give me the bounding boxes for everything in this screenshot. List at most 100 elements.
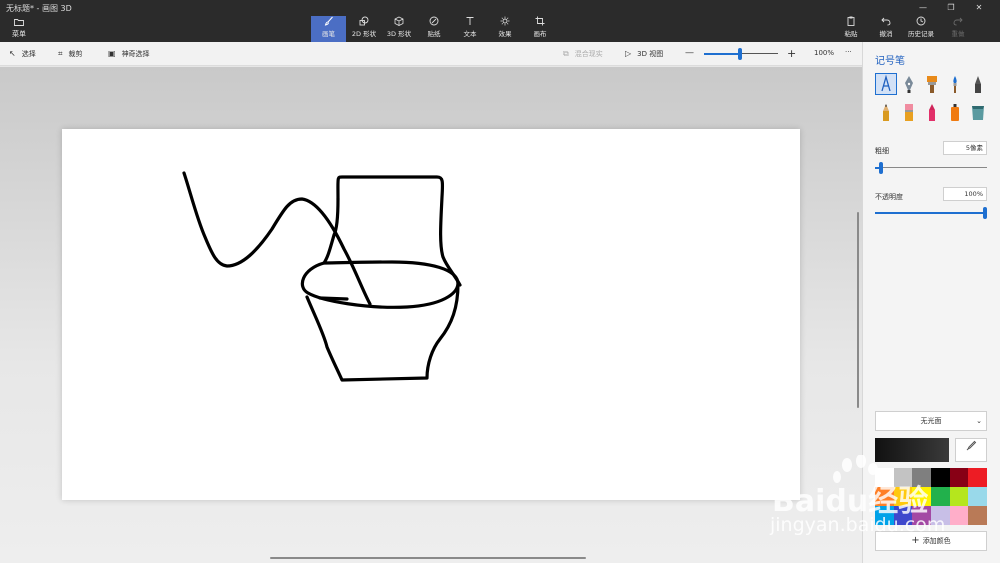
- tool-label: 效果: [498, 30, 512, 38]
- color-swatch[interactable]: [968, 506, 987, 525]
- redo-button[interactable]: 重做: [940, 16, 976, 42]
- folder-icon: [6, 18, 32, 29]
- zoom-slider-fill: [704, 53, 740, 55]
- tool-label: 画笔: [322, 30, 335, 38]
- mixed-reality-label: 混合现实: [574, 50, 603, 58]
- view-3d-button[interactable]: ▷ 3D 视图: [625, 49, 663, 59]
- tool-3d-shapes[interactable]: 3D 形状: [381, 16, 417, 42]
- history-label: 历史记录: [908, 30, 934, 38]
- brush-icon: [311, 16, 346, 30]
- zoom-slider-thumb[interactable]: [738, 48, 742, 60]
- marker-brush-icon: [881, 74, 891, 92]
- spray-can-button[interactable]: [945, 102, 965, 122]
- close-button[interactable]: ✕: [966, 1, 992, 15]
- mixed-reality-icon: ⧉: [563, 49, 569, 58]
- watercolor-icon: [953, 76, 957, 93]
- thickness-input[interactable]: 5像素: [943, 141, 987, 155]
- undo-label: 撤消: [879, 30, 893, 38]
- tool-label: 2D 形状: [351, 30, 377, 38]
- zoom-level: 100%: [814, 49, 835, 57]
- opacity-input[interactable]: 100%: [943, 187, 987, 201]
- maximize-button[interactable]: ❐: [938, 1, 964, 15]
- current-color-swatch[interactable]: [875, 438, 949, 462]
- plus-icon: +: [911, 535, 920, 546]
- paste-icon: [833, 16, 869, 30]
- redo-label: 重做: [951, 30, 965, 38]
- view-3d-icon: ▷: [625, 49, 632, 58]
- sticker-icon: [416, 16, 452, 30]
- tool-brushes[interactable]: 画笔: [311, 16, 346, 42]
- more-button[interactable]: ···: [845, 48, 852, 56]
- vertical-scrollbar[interactable]: [857, 212, 859, 408]
- chevron-down-icon: ⌄: [976, 417, 982, 425]
- history-button[interactable]: 历史记录: [903, 16, 939, 42]
- title-and-toolbar: 无标题* - 画图 3D — ❐ ✕ 菜单 画笔 2D 形状 3D 形状 贴纸: [0, 0, 1000, 42]
- eyedropper-icon: [965, 440, 977, 455]
- color-swatch[interactable]: [949, 468, 969, 487]
- tool-label: 画布: [533, 30, 547, 38]
- select-label: 选择: [21, 50, 36, 58]
- redo-icon: [940, 16, 976, 30]
- view-3d-label: 3D 视图: [637, 50, 664, 58]
- undo-icon: [868, 16, 904, 30]
- finish-label: 无光面: [920, 417, 942, 425]
- pixel-pen-icon: [975, 76, 981, 93]
- color-swatch[interactable]: [930, 487, 950, 506]
- tool-stickers[interactable]: 贴纸: [416, 16, 452, 42]
- watercolor-button[interactable]: [945, 74, 965, 94]
- tool-2d-shapes[interactable]: 2D 形状: [346, 16, 382, 42]
- history-icon: [903, 16, 939, 30]
- oil-brush-button[interactable]: [922, 74, 942, 94]
- paste-button[interactable]: 粘贴: [833, 16, 869, 42]
- magic-select-button[interactable]: ▣ 神奇选择: [108, 49, 150, 59]
- color-swatch[interactable]: [968, 487, 987, 506]
- menu-button[interactable]: 菜单: [6, 18, 32, 39]
- color-swatch[interactable]: [949, 487, 969, 506]
- sketch-drawing: [182, 171, 462, 382]
- oil-brush-icon: [927, 76, 937, 93]
- horizontal-scrollbar[interactable]: [270, 557, 586, 559]
- shapes-2d-icon: [346, 16, 382, 30]
- fill-bucket-button[interactable]: [968, 102, 988, 122]
- marker-brush-button[interactable]: [875, 73, 897, 95]
- opacity-slider-thumb[interactable]: [983, 207, 987, 219]
- select-button[interactable]: ↖ 选择: [9, 49, 36, 59]
- eraser-icon: [905, 104, 913, 121]
- thickness-slider-thumb[interactable]: [879, 162, 883, 174]
- zoom-in-button[interactable]: +: [787, 47, 796, 60]
- eraser-button[interactable]: [899, 102, 919, 122]
- tool-text[interactable]: 文本: [452, 16, 488, 42]
- crayon-button[interactable]: [922, 102, 942, 122]
- menu-label: 菜单: [12, 30, 26, 38]
- finish-dropdown[interactable]: 无光面 ⌄: [875, 411, 987, 431]
- eyedropper-button[interactable]: [955, 438, 987, 462]
- thickness-label: 粗细: [875, 147, 889, 155]
- calligraphy-pen-icon: [905, 76, 913, 93]
- color-swatch[interactable]: [930, 468, 950, 487]
- pixel-pen-button[interactable]: [968, 74, 988, 94]
- magic-select-label: 神奇选择: [121, 50, 150, 58]
- text-icon: [452, 16, 488, 30]
- thickness-slider-track[interactable]: [875, 167, 987, 168]
- pencil-button[interactable]: [876, 102, 896, 122]
- drawing-canvas[interactable]: [62, 129, 800, 500]
- crayon-icon: [929, 104, 935, 121]
- color-swatch[interactable]: [968, 468, 987, 487]
- mixed-reality-button[interactable]: ⧉ 混合现实: [563, 49, 603, 59]
- tool-canvas[interactable]: 画布: [522, 16, 558, 42]
- cube-icon: [381, 16, 417, 30]
- crop-icon: ⌗: [58, 49, 63, 58]
- calligraphy-pen-button[interactable]: [899, 74, 919, 94]
- magic-select-icon: ▣: [108, 49, 116, 58]
- window-title: 无标题* - 画图 3D: [6, 4, 72, 13]
- watermark-sub: jingyan.baidu.com: [770, 514, 946, 536]
- minimize-button[interactable]: —: [910, 1, 936, 15]
- tool-label: 文本: [463, 30, 477, 38]
- tool-effects[interactable]: 效果: [487, 16, 523, 42]
- tool-label: 3D 形状: [386, 30, 412, 38]
- undo-button[interactable]: 撤消: [868, 16, 904, 42]
- crop-button[interactable]: ⌗ 裁剪: [58, 49, 83, 59]
- zoom-out-button[interactable]: —: [685, 48, 694, 58]
- crop-icon: [522, 16, 558, 30]
- color-swatch[interactable]: [949, 506, 969, 525]
